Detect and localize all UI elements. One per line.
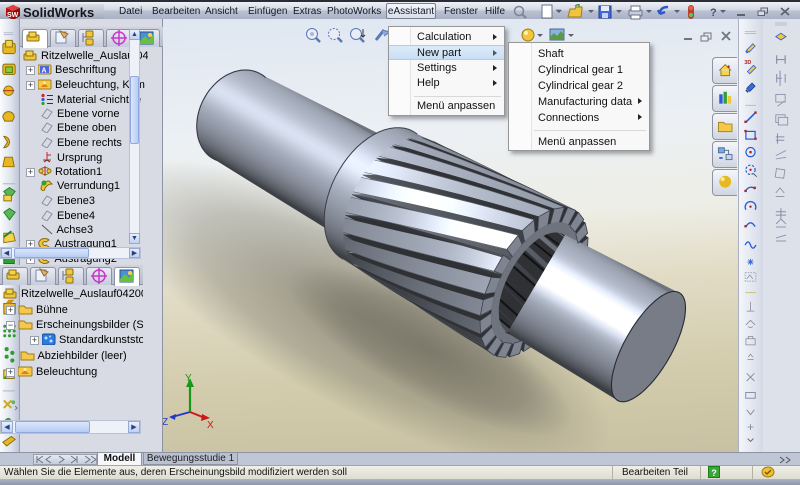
- svg-text:X: X: [207, 420, 214, 431]
- svg-text:A: A: [42, 68, 47, 75]
- svg-text:SW: SW: [7, 12, 19, 19]
- svg-text:?: ?: [710, 7, 717, 19]
- svg-text:3D: 3D: [744, 60, 751, 66]
- svg-text:Y: Y: [185, 373, 192, 384]
- svg-text:Z: Z: [163, 417, 168, 428]
